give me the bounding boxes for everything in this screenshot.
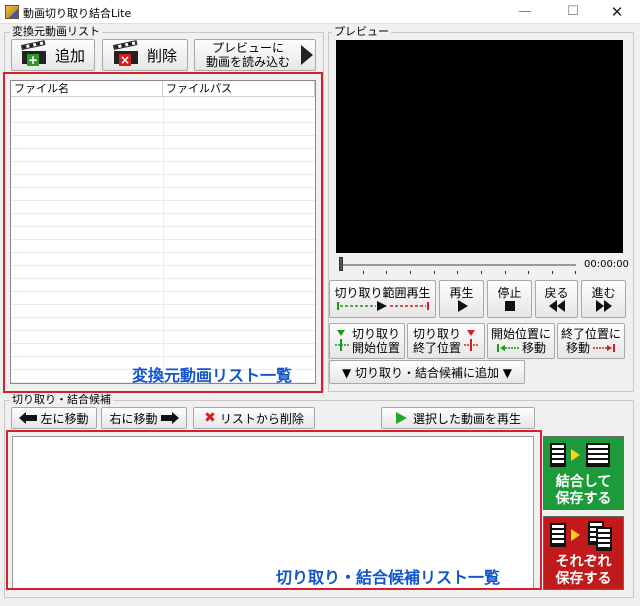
film-icon [550,523,566,547]
stop-label: 停止 [497,286,522,300]
range-play-icon [336,301,429,311]
stop-icon [504,301,515,311]
arrow-icon [571,529,580,541]
play-arrow-icon [301,45,313,65]
move-end-label-1: 終了位置に [560,327,621,341]
cut-end-label-2: 終了位置 [412,341,461,355]
title-bar: 動画切り取り結合Lite — ☐ ✕ [0,0,640,24]
save-each-button[interactable]: それぞれ 保存する [543,516,624,590]
each-label-2: 保存する [555,571,612,587]
move-to-end-button[interactable]: 終了位置に 移動 [557,323,625,359]
play-selected-button[interactable]: 選択した動画を再生 [381,407,535,429]
preview-screen [336,40,623,253]
play-green-icon [395,412,407,424]
seek-tick [386,271,387,274]
seek-thumb[interactable] [339,257,343,271]
seek-tick [481,271,482,274]
seek-tick [410,271,411,274]
candidates-legend: 切り取り・結合候補 [10,393,113,406]
play-label: 再生 [449,286,474,300]
stop-button[interactable]: 停止 [487,280,532,318]
move-end-icon [593,344,615,352]
delete-button-label: 削除 [146,46,177,65]
seek-tick [505,271,506,274]
remove-from-list-button[interactable]: ✖ リストから削除 [193,407,315,429]
remove-label: リストから削除 [219,411,304,426]
delete-video-icon: × [112,40,141,66]
candidates-list-annotation: 切り取り・結合候補リスト一覧 [276,568,501,587]
load-preview-label-2: 動画を読み込む [205,55,290,69]
close-button[interactable]: ✕ [594,0,640,24]
arrow-icon [571,449,580,461]
timecode-display: 00:00:00 [584,259,629,270]
add-button[interactable]: + 追加 [11,39,95,71]
join-label-1: 結合して [555,474,612,490]
cut-start-label-2: 開始位置 [351,341,400,355]
film-icon [586,443,610,467]
cut-end-label-1: 切り取り [412,327,461,341]
set-cut-start-button[interactable]: 切り取り 開始位置 [329,323,405,359]
move-start-icon [496,344,519,352]
minimize-button[interactable]: — [502,0,548,24]
maximize-button[interactable]: ☐ [550,0,596,24]
forward-button[interactable]: 進む [581,280,626,318]
move-start-label-1: 開始位置に [490,327,551,341]
set-cut-end-button[interactable]: 切り取り 終了位置 [407,323,485,359]
seek-tick [552,271,553,274]
seek-tick [528,271,529,274]
add-button-label: 追加 [54,46,85,65]
load-preview-button[interactable]: プレビューに 動画を読み込む [194,39,316,71]
preview-legend: プレビュー [332,25,391,38]
move-left-label: 左に移動 [40,411,89,426]
arrow-right-icon [160,412,179,424]
fast-forward-icon [595,300,612,312]
seek-tick [363,271,364,274]
play-button[interactable]: 再生 [439,280,484,318]
add-to-candidates-button[interactable]: ▼ 切り取り・結合候補に追加 ▼ [329,360,525,384]
forward-label: 進む [591,286,616,300]
delete-button[interactable]: × 削除 [102,39,188,71]
seek-track[interactable] [340,264,576,266]
join-and-save-button[interactable]: 結合して 保存する [543,436,624,510]
film-icon [596,527,612,551]
move-start-label-2: 移動 [521,341,546,355]
move-to-start-button[interactable]: 開始位置に 移動 [487,323,555,359]
each-label-1: それぞれ [555,554,612,570]
cut-end-icon [464,330,478,351]
play-icon [457,300,468,312]
back-label: 戻る [544,286,569,300]
seek-tick [457,271,458,274]
seek-tick [434,271,435,274]
load-preview-label-1: プレビューに [211,41,284,55]
remove-icon: ✖ [204,410,216,426]
cut-start-label-1: 切り取り [351,327,400,341]
source-list-highlight [3,72,323,393]
range-play-label: 切り取り範囲再生 [334,286,431,300]
play-selected-label: 選択した動画を再生 [412,411,521,426]
source-list-legend: 変換元動画リスト [10,25,102,38]
move-left-button[interactable]: 左に移動 [11,407,97,429]
film-icon [550,443,566,467]
app-icon [5,5,19,19]
window-title: 動画切り取り結合Lite [23,7,132,20]
back-button[interactable]: 戻る [535,280,578,318]
add-video-icon: + [20,40,49,66]
move-right-button[interactable]: 右に移動 [101,407,187,429]
arrow-left-icon [19,412,38,424]
source-list-annotation: 変換元動画リスト一覧 [132,366,293,385]
move-right-label: 右に移動 [109,411,158,426]
move-end-label-2: 移動 [565,341,590,355]
range-play-button[interactable]: 切り取り範囲再生 [329,280,436,318]
cut-start-icon [334,330,349,351]
rewind-icon [548,300,565,312]
seek-tick [575,271,576,274]
join-label-2: 保存する [555,491,612,507]
